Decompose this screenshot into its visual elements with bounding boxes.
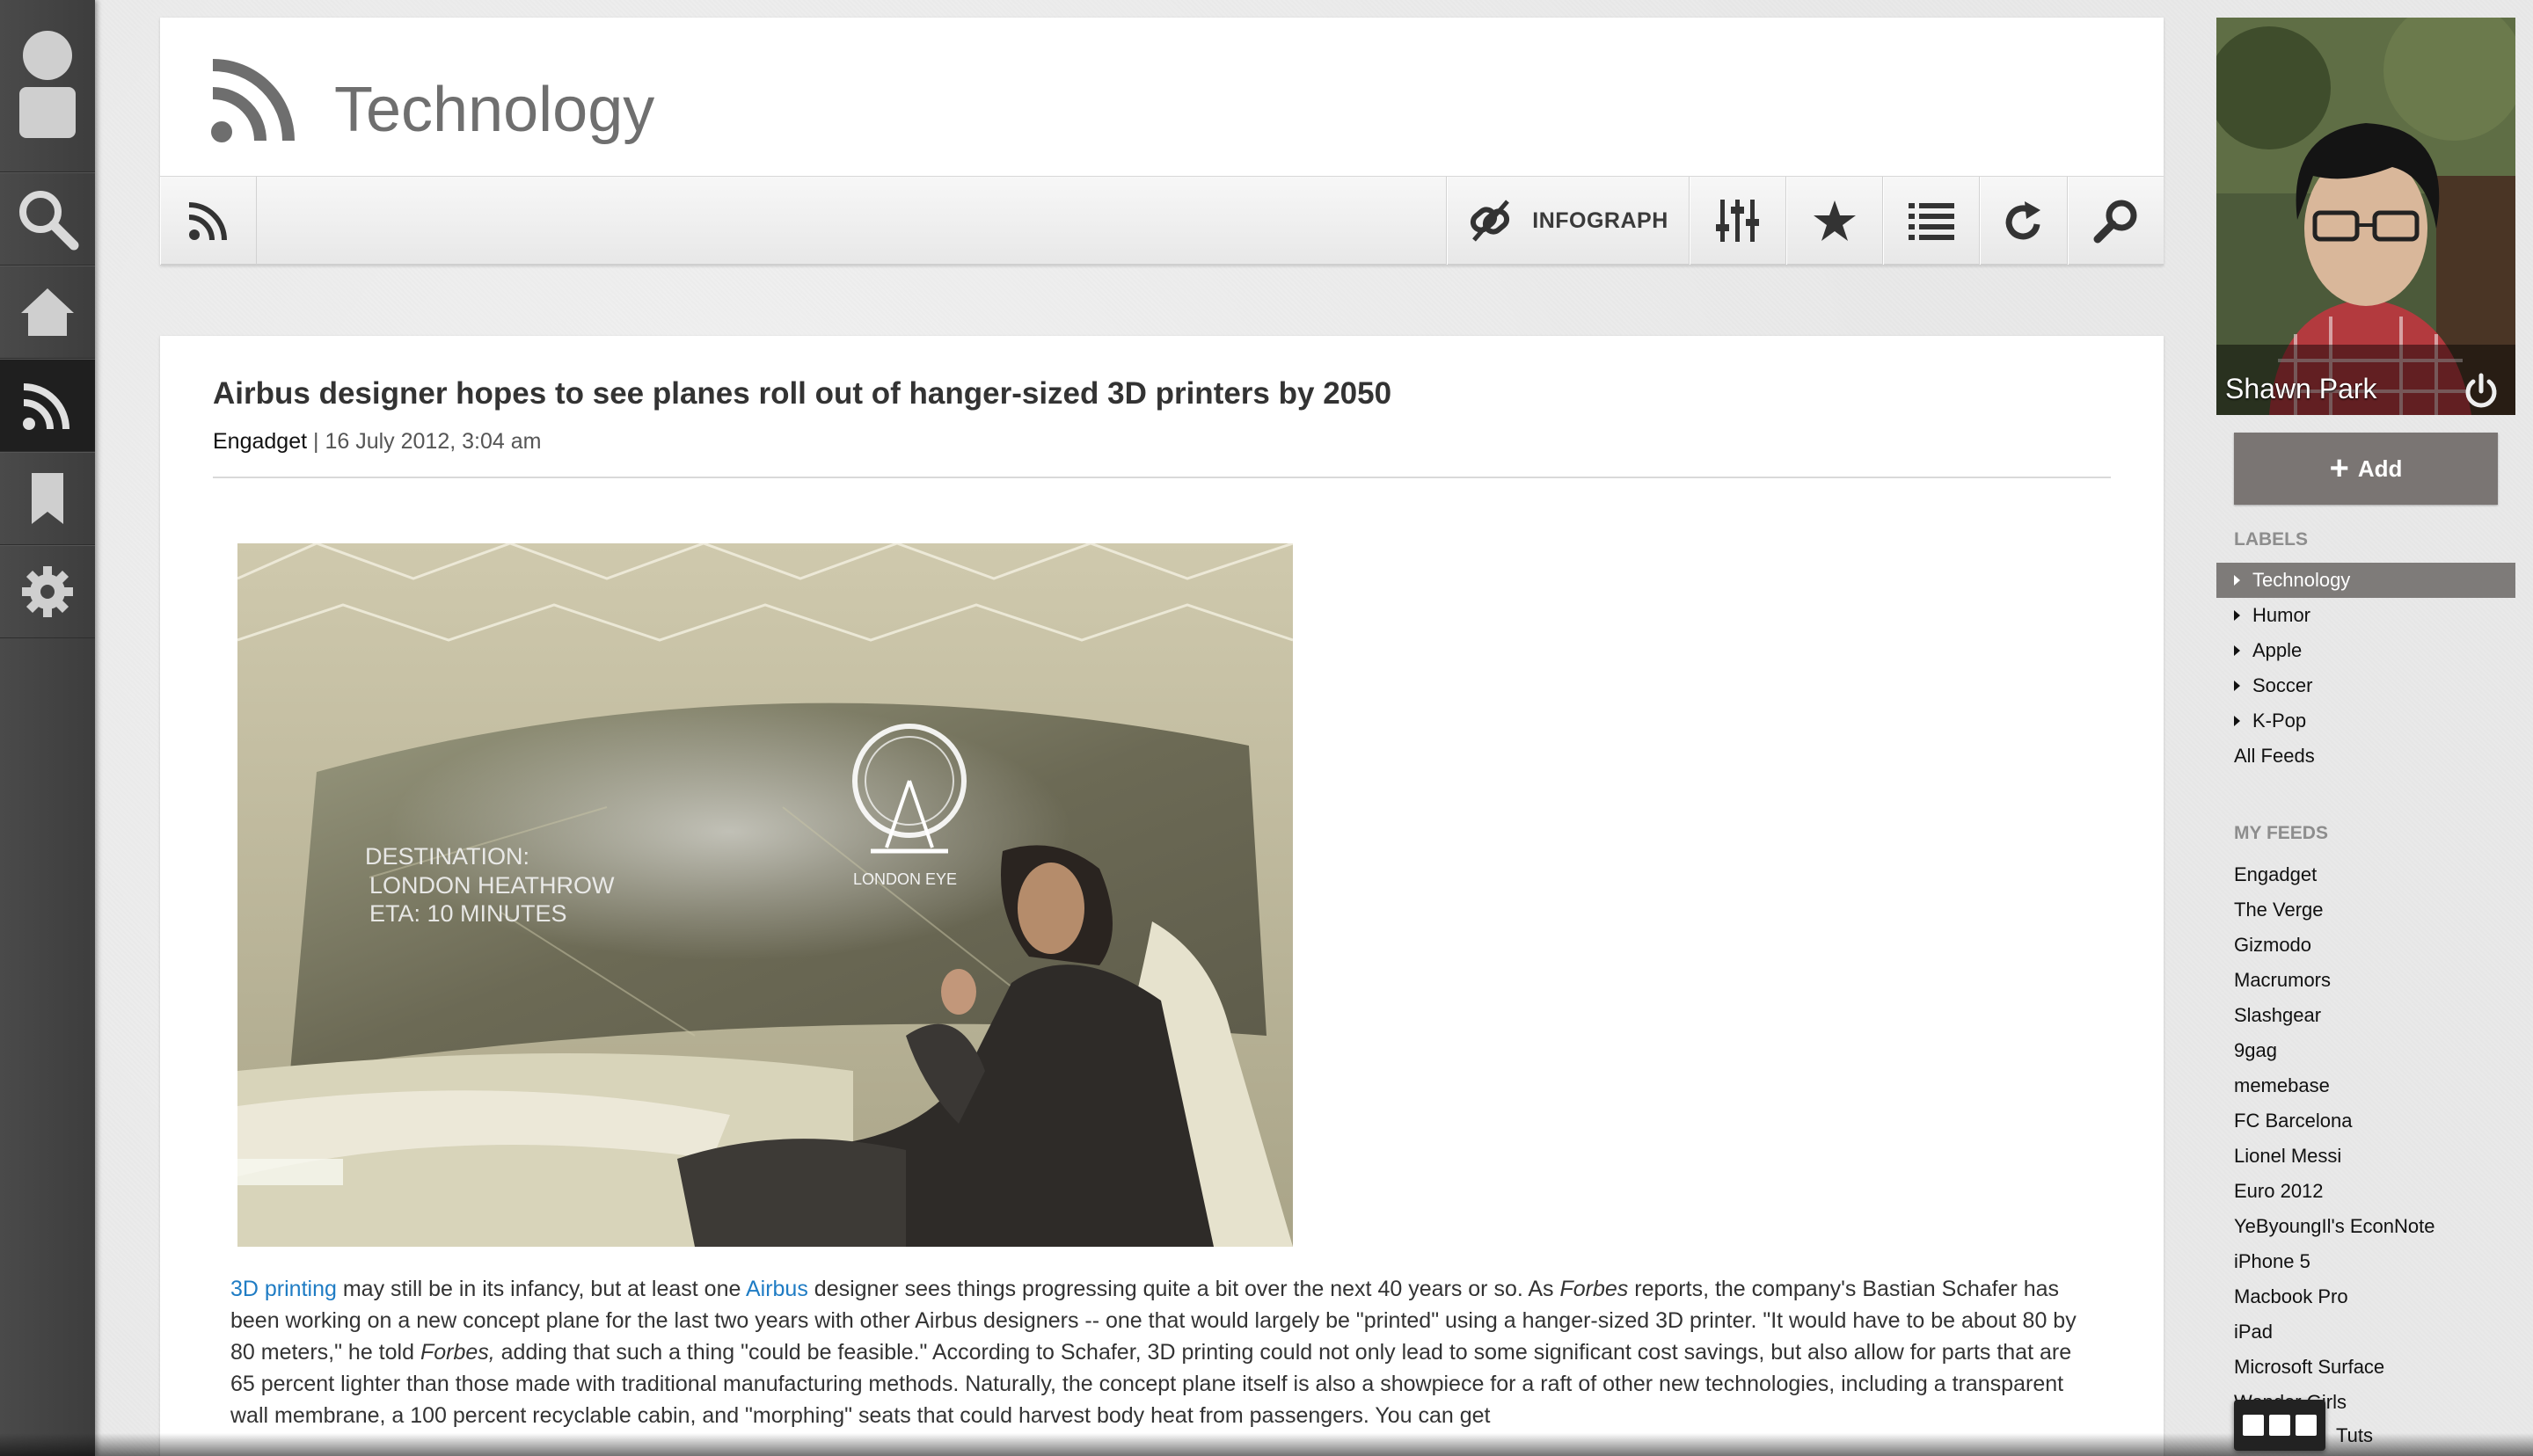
- grid-square-icon: [2243, 1415, 2264, 1436]
- divider: [213, 477, 2111, 478]
- feed-item[interactable]: YeByoungIl's EconNote: [2234, 1215, 2434, 1238]
- feed-item[interactable]: 9gag: [2234, 1039, 2277, 1062]
- triangle-right-icon: [2234, 681, 2240, 691]
- body-text-1: may still be in its infancy, but at leas…: [336, 1277, 746, 1301]
- infograph-label: INFOGRAPH: [1532, 207, 1668, 233]
- rail-settings-button[interactable]: [0, 545, 95, 638]
- rss-icon: [23, 383, 69, 430]
- label-item-kpop[interactable]: K-Pop: [2216, 703, 2515, 739]
- svg-text:LONDON HEATHROW: LONDON HEATHROW: [369, 872, 615, 899]
- list-icon: [1908, 203, 1954, 240]
- grid-square-icon: [2296, 1415, 2317, 1436]
- add-feed-button[interactable]: + Add: [2234, 433, 2498, 505]
- feed-item[interactable]: Engadget: [2234, 863, 2317, 886]
- link-3d-printing[interactable]: 3D printing: [230, 1277, 337, 1301]
- link-icon: [1471, 200, 1510, 242]
- label-item-soccer[interactable]: Soccer: [2216, 668, 2515, 703]
- my-feeds-heading: MY FEEDS: [2234, 823, 2328, 843]
- search-button[interactable]: [2067, 177, 2164, 265]
- profile-name: Shawn Park: [2225, 373, 2377, 404]
- toolbar: INFOGRAPH: [160, 176, 2164, 266]
- feed-item[interactable]: Macbook Pro: [2234, 1285, 2348, 1308]
- gear-icon: [22, 566, 73, 617]
- avatar: [2216, 18, 2515, 415]
- right-sidebar: Shawn Park + Add LABELS Technology Humor…: [2216, 0, 2515, 1456]
- rail-bookmarks-button[interactable]: [0, 452, 95, 545]
- search-icon: [2093, 200, 2136, 244]
- label-item-humor[interactable]: Humor: [2216, 598, 2515, 633]
- rss-large-icon: [211, 59, 295, 142]
- page-title: Technology: [334, 75, 655, 145]
- link-airbus[interactable]: Airbus: [746, 1277, 808, 1301]
- rail-feeds-button[interactable]: [0, 359, 95, 452]
- rail-search-button[interactable]: [0, 172, 95, 266]
- rss-icon: [188, 202, 227, 241]
- profile-card[interactable]: Shawn Park: [2216, 18, 2515, 415]
- feed-item[interactable]: FC Barcelona: [2234, 1110, 2353, 1132]
- bookmark-icon: [32, 473, 63, 524]
- labels-heading: LABELS: [2234, 529, 2308, 550]
- grid-square-icon: [2269, 1415, 2290, 1436]
- star-icon: [1813, 200, 1856, 241]
- list-view-button[interactable]: [1882, 177, 1979, 265]
- feed-item[interactable]: Microsoft Surface: [2234, 1356, 2384, 1379]
- article-title[interactable]: Airbus designer hopes to see planes roll…: [213, 376, 1391, 411]
- feed-item[interactable]: Slashgear: [2234, 1004, 2321, 1027]
- label-item-technology[interactable]: Technology: [2216, 563, 2515, 598]
- refresh-button[interactable]: [1979, 177, 2067, 265]
- feed-item[interactable]: The Verge: [2234, 899, 2324, 921]
- all-feeds-link[interactable]: All Feeds: [2216, 739, 2515, 774]
- article-body: 3D printing may still be in its infancy,…: [230, 1273, 2095, 1431]
- article-image: LONDON EYE DESTINATION: LONDON HEATHROW …: [237, 543, 1293, 1247]
- refresh-icon: [2005, 201, 2040, 240]
- bottom-edge-shadow: [0, 1433, 2533, 1456]
- body-text-4: adding that such a thing "could be feasi…: [230, 1340, 2072, 1428]
- user-icon: [19, 30, 76, 138]
- infograph-button[interactable]: INFOGRAPH: [1446, 177, 1689, 265]
- sliders-icon: [1715, 200, 1759, 242]
- feed-header: Technology INFOGRAPH: [160, 18, 2164, 266]
- triangle-right-icon: [2234, 645, 2240, 656]
- left-nav-rail: [0, 0, 95, 1456]
- triangle-right-icon: [2234, 610, 2240, 621]
- home-icon: [21, 288, 74, 336]
- article-meta: Engadget | 16 July 2012, 3:04 am: [213, 429, 541, 455]
- power-icon[interactable]: [2463, 373, 2500, 410]
- article-source[interactable]: Engadget: [213, 429, 307, 454]
- grid-view-toggle[interactable]: [2234, 1400, 2325, 1451]
- feed-item[interactable]: iPhone 5: [2234, 1250, 2310, 1273]
- feed-item[interactable]: memebase: [2234, 1074, 2330, 1097]
- rail-home-button[interactable]: [0, 266, 95, 359]
- triangle-right-icon: [2234, 575, 2240, 586]
- meta-separator: |: [313, 429, 325, 454]
- feed-item[interactable]: Gizmodo: [2234, 934, 2311, 957]
- feed-item[interactable]: Macrumors: [2234, 969, 2331, 992]
- article-card: Airbus designer hopes to see planes roll…: [160, 336, 2164, 1456]
- feed-item[interactable]: Lionel Messi: [2234, 1145, 2341, 1168]
- triangle-right-icon: [2234, 716, 2240, 726]
- body-em-forbes: Forbes: [1559, 1277, 1629, 1301]
- feed-item[interactable]: Euro 2012: [2234, 1180, 2324, 1203]
- rail-profile-button[interactable]: [0, 0, 95, 172]
- starred-button[interactable]: [1785, 177, 1882, 265]
- article-date: 16 July 2012, 3:04 am: [325, 429, 542, 454]
- airbus-cabin-illustration: LONDON EYE DESTINATION: LONDON HEATHROW …: [237, 543, 1293, 1247]
- search-icon: [19, 191, 79, 251]
- svg-text:LONDON EYE: LONDON EYE: [853, 870, 957, 888]
- body-em-forbes-2: Forbes,: [420, 1340, 495, 1365]
- body-text-2: designer sees things progressing quite a…: [807, 1277, 1560, 1301]
- feed-item[interactable]: iPad: [2234, 1321, 2273, 1343]
- feed-toggle-button[interactable]: [160, 177, 257, 265]
- filter-button[interactable]: [1689, 177, 1785, 265]
- label-item-apple[interactable]: Apple: [2216, 633, 2515, 668]
- svg-text:DESTINATION:: DESTINATION:: [365, 843, 529, 870]
- add-label: Add: [2357, 455, 2403, 482]
- plus-icon: +: [2329, 450, 2349, 487]
- svg-text:ETA: 10 MINUTES: ETA: 10 MINUTES: [369, 900, 567, 927]
